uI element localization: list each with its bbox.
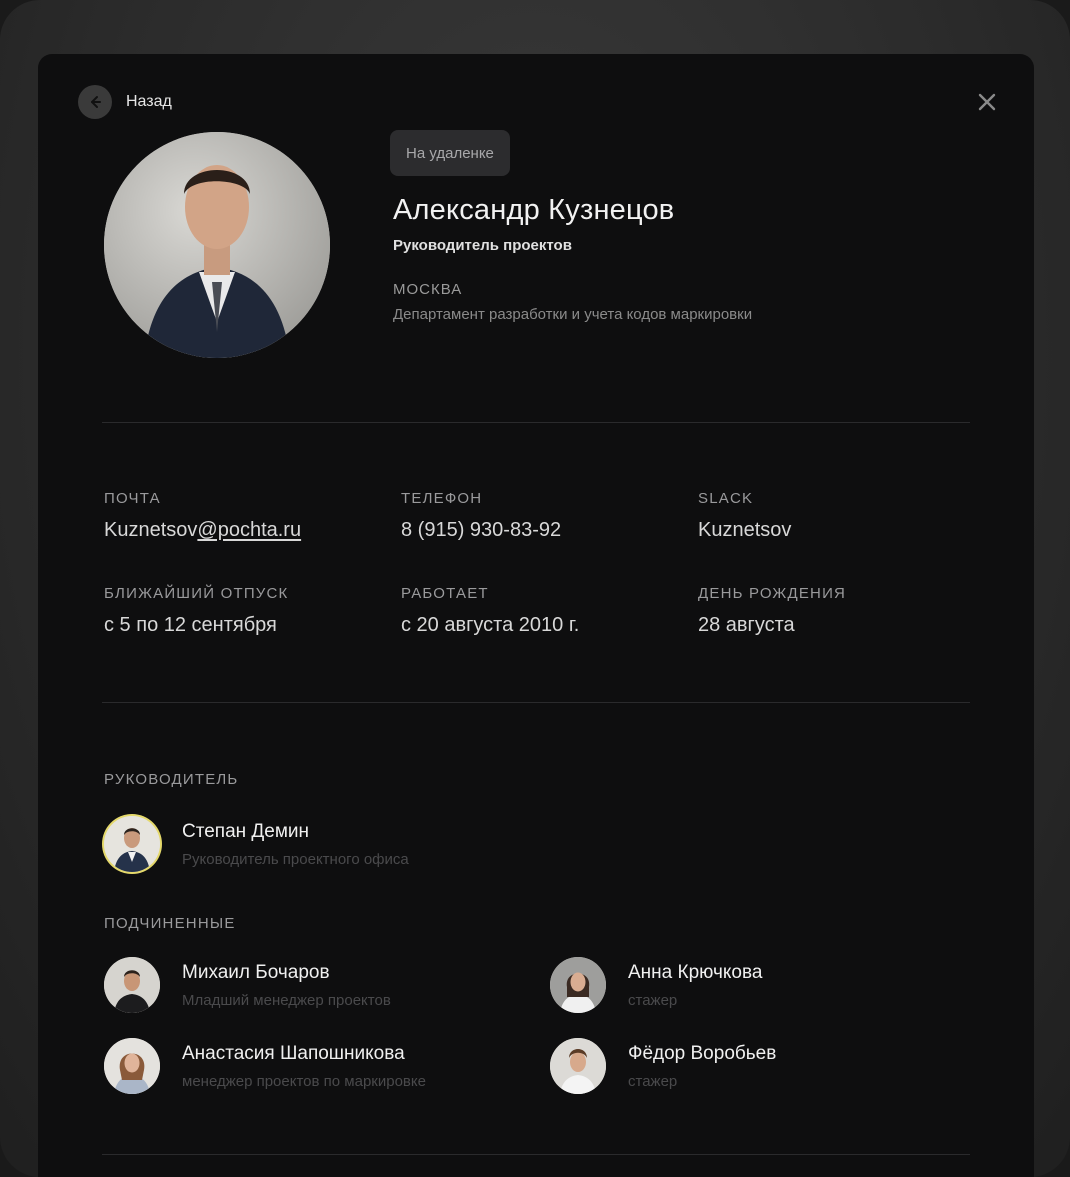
profile-name: Александр Кузнецов <box>393 194 675 226</box>
manager-role: Руководитель проектного офиса <box>182 850 409 868</box>
subordinate-role: менеджер проектов по маркировке <box>182 1072 426 1090</box>
phone-value[interactable]: 8 (915) 930-83-92 <box>401 519 561 542</box>
subordinate-name: Фёдор Воробьев <box>628 1042 777 1064</box>
slack-value[interactable]: Kuznetsov <box>698 519 791 542</box>
profile-card: Назад На удаленке Александр Кузнецов Рук… <box>38 54 1034 1177</box>
subordinate-card[interactable]: Анна Крючкова стажер <box>550 957 762 1013</box>
subordinate-card[interactable]: Анастасия Шапошникова менеджер проектов … <box>104 1038 426 1094</box>
works-since-value: с 20 августа 2010 г. <box>401 614 580 636</box>
arrow-left-icon <box>78 85 112 119</box>
subordinate-role: стажер <box>628 991 678 1009</box>
subordinate-role: Младший менеджер проектов <box>182 991 391 1009</box>
email-label: ПОЧТА <box>104 490 161 507</box>
manager-name: Степан Демин <box>182 820 310 842</box>
close-icon[interactable] <box>976 91 998 113</box>
profile-city: МОСКВА <box>393 281 463 298</box>
subordinate-name: Анна Крючкова <box>628 961 763 983</box>
subordinates-section-label: ПОДЧИНЕННЫЕ <box>104 915 236 932</box>
email-domain-link[interactable]: @pochta.ru <box>197 519 301 541</box>
avatar <box>104 1038 160 1094</box>
avatar <box>550 1038 606 1094</box>
window-frame: Назад На удаленке Александр Кузнецов Рук… <box>0 0 1070 1177</box>
back-label: Назад <box>126 93 172 110</box>
phone-label: ТЕЛЕФОН <box>401 490 483 507</box>
birthday-field: ДЕНЬ РОЖДЕНИЯ 28 августа <box>698 585 846 637</box>
birthday-value: 28 августа <box>698 614 795 636</box>
subordinate-name: Михаил Бочаров <box>182 961 330 983</box>
vacation-label: БЛИЖАЙШИЙ ОТПУСК <box>104 585 289 602</box>
works-since-label: РАБОТАЕТ <box>401 585 489 602</box>
phone-field: ТЕЛЕФОН 8 (915) 930-83-92 <box>401 490 561 542</box>
back-button[interactable]: Назад <box>78 85 172 119</box>
subordinate-name: Анастасия Шапошникова <box>182 1042 405 1064</box>
status-badge: На удаленке <box>390 130 510 176</box>
divider <box>102 702 970 703</box>
profile-position: Руководитель проектов <box>393 237 572 254</box>
vacation-field: БЛИЖАЙШИЙ ОТПУСК с 5 по 12 сентября <box>104 585 289 637</box>
email-value[interactable]: Kuznetsov@pochta.ru <box>104 519 301 542</box>
email-field: ПОЧТА Kuznetsov@pochta.ru <box>104 490 301 542</box>
avatar <box>550 957 606 1013</box>
profile-avatar <box>104 132 330 358</box>
profile-department: Департамент разработки и учета кодов мар… <box>393 306 753 323</box>
slack-label: SLACK <box>698 490 754 507</box>
subordinate-card[interactable]: Фёдор Воробьев стажер <box>550 1038 776 1094</box>
email-user: Kuznetsov <box>104 519 198 541</box>
works-since-field: РАБОТАЕТ с 20 августа 2010 г. <box>401 585 579 637</box>
subordinate-role: стажер <box>628 1072 678 1090</box>
slack-field: SLACK Kuznetsov <box>698 490 791 542</box>
divider <box>102 422 970 423</box>
avatar <box>104 816 160 872</box>
vacation-value: с 5 по 12 сентября <box>104 614 277 636</box>
manager-section-label: РУКОВОДИТЕЛЬ <box>104 771 239 788</box>
divider <box>102 1154 970 1155</box>
birthday-label: ДЕНЬ РОЖДЕНИЯ <box>698 585 847 602</box>
manager-card[interactable]: Степан Демин Руководитель проектного офи… <box>104 816 409 872</box>
avatar <box>104 957 160 1013</box>
subordinate-card[interactable]: Михаил Бочаров Младший менеджер проектов <box>104 957 391 1013</box>
